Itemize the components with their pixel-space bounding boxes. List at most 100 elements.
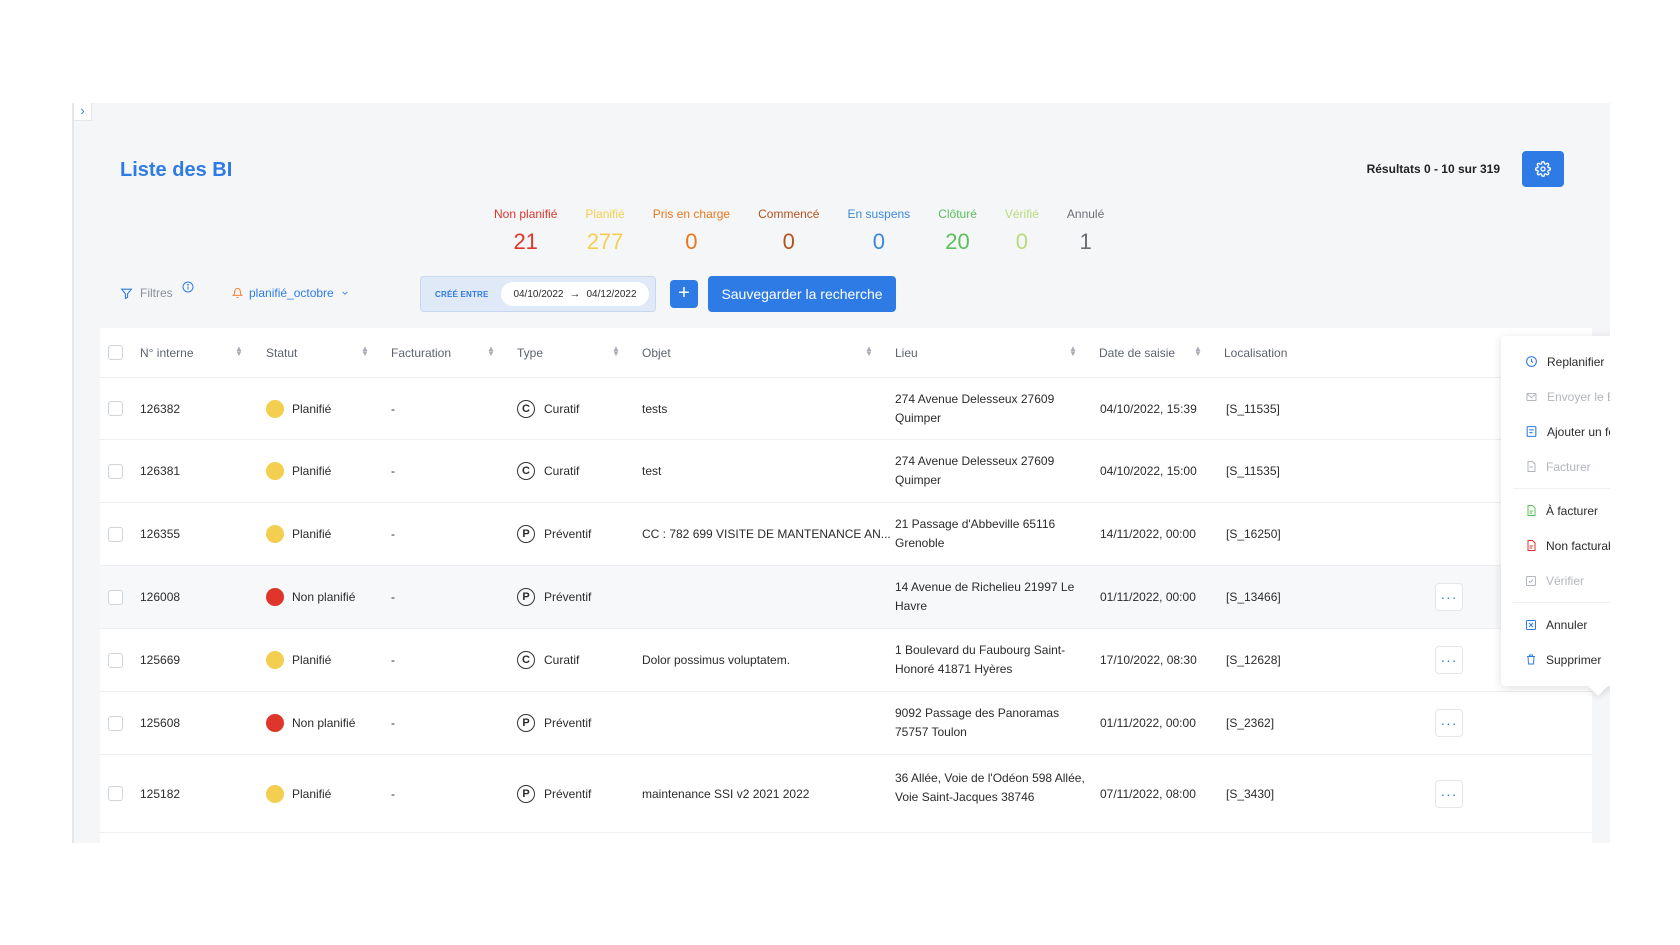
column-header[interactable]: Localisation bbox=[1224, 328, 1287, 377]
sort-icon[interactable]: ▲ ▼ bbox=[1194, 345, 1202, 358]
status-counter[interactable]: En suspens 0 bbox=[847, 207, 910, 255]
column-header[interactable]: Statut bbox=[266, 328, 297, 377]
menu-item[interactable]: Ajouter un formulaire bbox=[1501, 414, 1610, 449]
status-label: Planifié bbox=[292, 401, 332, 416]
menu-divider bbox=[1513, 602, 1610, 603]
menu-item[interactable]: À facturer bbox=[1501, 493, 1610, 528]
sort-icon[interactable]: ▲ ▼ bbox=[1069, 345, 1077, 358]
row-actions[interactable]: ··· bbox=[1435, 692, 1463, 754]
menu-item-label: Envoyer le BI bbox=[1547, 389, 1610, 404]
status-counter-label: En suspens bbox=[847, 207, 911, 221]
checkbox[interactable] bbox=[108, 652, 123, 668]
checkbox[interactable] bbox=[108, 401, 123, 416]
sort-icon[interactable]: ▲ ▼ bbox=[235, 345, 243, 358]
row-select[interactable] bbox=[108, 378, 123, 439]
billing-cell: - bbox=[391, 716, 395, 730]
type-label: Préventif bbox=[544, 716, 592, 730]
preventive-icon: P bbox=[517, 525, 535, 543]
select-all-checkbox[interactable] bbox=[108, 328, 123, 377]
row-select[interactable] bbox=[108, 503, 123, 565]
table-row[interactable]: 126381 Planifié - C Curatif test 274 Avenue De… bbox=[100, 440, 1592, 503]
sort-icon[interactable]: ▲ ▼ bbox=[612, 345, 620, 358]
row-select[interactable] bbox=[108, 629, 123, 691]
address-cell: 21 Passage d'Abbeville 65116 Grenoble bbox=[895, 503, 1085, 565]
curative-icon: C bbox=[517, 462, 535, 480]
menu-item[interactable]: Supprimer bbox=[1501, 642, 1610, 677]
date-to[interactable]: 04/12/2022 bbox=[587, 289, 637, 300]
trash-icon bbox=[1525, 653, 1546, 666]
saved-search-dropdown[interactable]: planifié_octobre bbox=[232, 286, 356, 300]
sort-icon[interactable]: ▲ ▼ bbox=[487, 345, 495, 358]
status-counter[interactable]: Pris en charge 0 bbox=[653, 207, 730, 255]
status-counter[interactable]: Planifié 277 bbox=[585, 207, 624, 255]
menu-item[interactable]: Annuler bbox=[1501, 607, 1610, 642]
menu-item-label: Replanifier bbox=[1547, 354, 1605, 369]
table-row[interactable]: 125608 Non planifié - P Préventif 9092 Passag… bbox=[100, 692, 1592, 755]
column-header[interactable]: N° interne bbox=[140, 328, 194, 377]
status-counter[interactable]: Annulé 1 bbox=[1067, 207, 1104, 255]
row-select[interactable] bbox=[108, 440, 123, 502]
date-from[interactable]: 04/10/2022 bbox=[513, 289, 563, 300]
sidebar-expand-icon[interactable]: › bbox=[74, 103, 92, 121]
more-icon[interactable]: ··· bbox=[1435, 779, 1463, 808]
date-range-inputs[interactable]: 04/10/2022 → 04/12/2022 bbox=[501, 282, 649, 306]
more-icon[interactable]: ··· bbox=[1435, 709, 1463, 737]
gear-icon bbox=[1535, 161, 1551, 177]
row-actions[interactable]: ··· bbox=[1435, 629, 1463, 691]
entry-date: 04/10/2022, 15:00 bbox=[1100, 464, 1197, 478]
sort-icon[interactable]: ▲ ▼ bbox=[865, 345, 873, 358]
status-counter[interactable]: Non planifié 21 bbox=[494, 207, 557, 255]
status-counter[interactable]: Commencé 0 bbox=[758, 207, 819, 255]
status-counter[interactable]: Clôturé 20 bbox=[938, 207, 977, 255]
column-header[interactable]: Lieu bbox=[895, 328, 918, 377]
object-cell: maintenance SSI v2 2021 2022 bbox=[642, 786, 810, 801]
checkbox[interactable] bbox=[108, 715, 123, 731]
bi-number: 126008 bbox=[140, 590, 181, 604]
menu-item[interactable]: Non facturable bbox=[1501, 528, 1610, 563]
checkbox[interactable] bbox=[108, 786, 123, 801]
table-row[interactable]: 125182 Planifié - P Préventif maintenance SSI… bbox=[100, 755, 1592, 833]
column-header[interactable]: Type bbox=[517, 328, 543, 377]
row-select[interactable] bbox=[108, 755, 123, 832]
saved-search-label: planifié_octobre bbox=[249, 286, 334, 300]
table-row[interactable]: 126355 Planifié - P Préventif CC : 782 699 VI… bbox=[100, 503, 1592, 566]
date-range-filter[interactable]: CRÉÉ ENTRE 04/10/2022 → 04/12/2022 bbox=[420, 276, 656, 312]
checkbox[interactable] bbox=[108, 526, 123, 542]
checkbox[interactable] bbox=[108, 463, 123, 479]
row-select[interactable] bbox=[108, 692, 123, 754]
row-actions[interactable]: ··· bbox=[1435, 566, 1463, 628]
save-search-button[interactable]: Sauvegarder la recherche bbox=[708, 276, 896, 312]
table-row[interactable]: 125669 Planifié - C Curatif Dolor possimus vo… bbox=[100, 629, 1592, 692]
status-label: Planifié bbox=[292, 653, 332, 667]
status-label: Non planifié bbox=[292, 716, 356, 730]
menu-item[interactable]: Replanifier bbox=[1501, 344, 1610, 379]
column-header[interactable]: Date de saisie bbox=[1099, 328, 1175, 377]
checkbox[interactable] bbox=[108, 345, 123, 360]
status-counter-label: Pris en charge bbox=[652, 207, 731, 221]
checkbox[interactable] bbox=[108, 589, 123, 605]
address-text: 1 Boulevard du Faubourg Saint-Honoré 418… bbox=[895, 643, 1066, 676]
status-counter[interactable]: Vérifié 0 bbox=[1005, 207, 1039, 255]
menu-item-label: Supprimer bbox=[1546, 652, 1602, 667]
column-header[interactable]: Objet bbox=[642, 328, 671, 377]
filters-button[interactable]: Filtres bbox=[120, 286, 173, 300]
row-select[interactable] bbox=[108, 566, 123, 628]
add-filter-button[interactable]: + bbox=[670, 280, 698, 308]
status-counter-value: 0 bbox=[685, 229, 698, 254]
settings-button[interactable] bbox=[1522, 151, 1564, 187]
row-actions[interactable]: ··· bbox=[1435, 755, 1463, 832]
more-icon[interactable]: ··· bbox=[1435, 646, 1463, 674]
info-icon[interactable] bbox=[182, 281, 194, 293]
table-row[interactable]: 126382 Planifié - C Curatif tests 274 Avenue D… bbox=[100, 378, 1592, 440]
table-row[interactable]: 126008 Non planifié - P Préventif 14 Avenue d… bbox=[100, 566, 1592, 629]
type-label: Préventif bbox=[544, 527, 592, 541]
date-range-caption: CRÉÉ ENTRE bbox=[435, 290, 489, 299]
column-header[interactable]: Facturation bbox=[391, 328, 451, 377]
status-dot bbox=[266, 714, 284, 732]
type-cell: P Préventif bbox=[517, 692, 591, 754]
clock-icon bbox=[1525, 355, 1547, 368]
bi-number: 126381 bbox=[140, 464, 181, 478]
status-dot bbox=[266, 399, 284, 418]
more-icon[interactable]: ··· bbox=[1435, 583, 1463, 611]
sort-icon[interactable]: ▲ ▼ bbox=[361, 345, 369, 358]
